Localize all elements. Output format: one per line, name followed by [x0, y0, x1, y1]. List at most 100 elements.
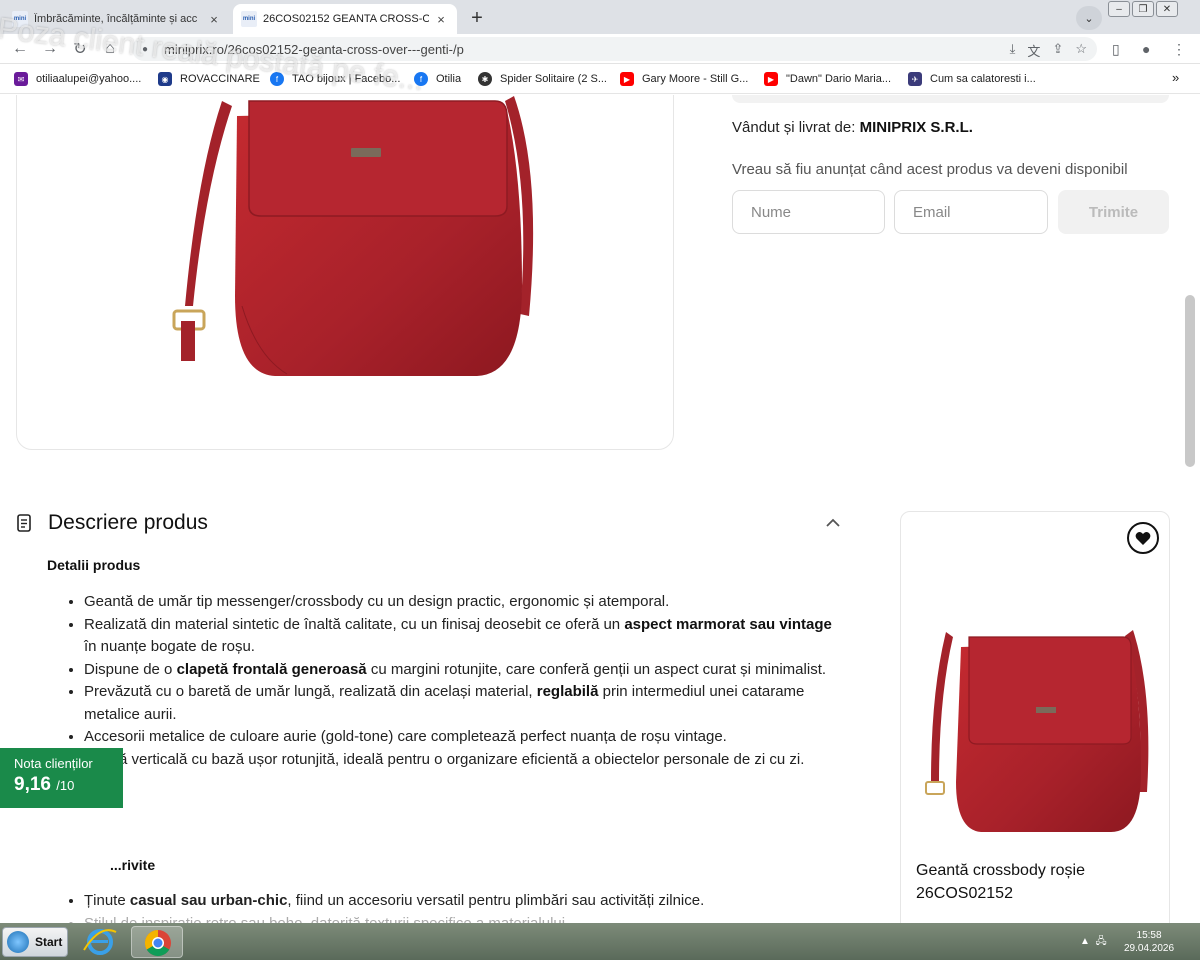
forward-icon[interactable]: → [40, 39, 60, 59]
profile-icon[interactable]: ● [1142, 41, 1150, 57]
rating-value-line: 9,16 /10 [14, 774, 123, 796]
address-bar[interactable]: ● miniprix.ro/26cos02152-geanta-cross-ov… [132, 37, 1097, 61]
facebook-icon: f [414, 72, 428, 86]
bullet-item: Stilul de inspirație retro sau boho, dat… [84, 913, 845, 924]
tab-title: 26COS02152 GEANTA CROSS-OV [263, 13, 429, 25]
tab-search-chevron-icon[interactable]: ⌄ [1076, 6, 1102, 30]
restore-button[interactable]: ❐ [1132, 1, 1154, 17]
bullet-text: Formă verticală cu bază ușor rotunjită, … [84, 750, 805, 768]
start-label: Start [35, 935, 63, 949]
home-icon[interactable]: ⌂ [100, 39, 120, 59]
recommended-product-title[interactable]: Geantă crossbody roșie 26COS02152 [916, 859, 1156, 905]
bullet-text: Prevăzută cu o baretă de umăr lungă, rea… [84, 683, 537, 700]
start-button[interactable]: Start [2, 927, 68, 957]
bookmark-item[interactable]: f Otilia [414, 72, 461, 86]
bookmark-item[interactable]: ✱ Spider Solitaire (2 S... [478, 72, 607, 86]
internet-explorer-icon[interactable] [74, 926, 126, 958]
youtube-icon: ▶ [764, 72, 778, 86]
bullet-item: Dispune de o clapetă frontală generoasă … [84, 659, 845, 682]
seller-prefix: Vândut și livrat de: [732, 119, 856, 136]
rating-value: 9,16 [14, 774, 51, 795]
bullet-emphasis: aspect marmorat sau vintage [624, 615, 832, 633]
bookmark-item[interactable]: f TAO bijoux | Facebo... [270, 72, 400, 86]
bookmark-item[interactable]: ✈ Cum sa calatoresti i... [908, 72, 1036, 86]
tab-inactive[interactable]: mini Îmbrăcăminte, încălțăminte și acc × [4, 4, 230, 34]
windows-taskbar: Start ▲ 🖧 15:58 29.04.2026 [0, 923, 1200, 960]
bookmark-item[interactable]: ▶ Gary Moore - Still G... [620, 72, 748, 86]
tab-strip: mini Îmbrăcăminte, încălțăminte și acc ×… [0, 0, 1200, 34]
close-tab-icon[interactable]: × [433, 12, 449, 27]
new-tab-button[interactable]: + [465, 6, 489, 30]
youtube-icon: ▶ [620, 72, 634, 86]
name-field[interactable]: Nume [732, 190, 885, 234]
details-heading: Detalii produs [47, 557, 141, 573]
customer-rating-badge[interactable]: Nota clienților 9,16 /10 [0, 748, 123, 808]
bullet-item: Formă verticală cu bază ușor rotunjită, … [84, 749, 845, 772]
minimize-button[interactable]: – [1108, 1, 1130, 17]
spider-icon: ✱ [478, 72, 492, 86]
bullet-text: Ținute [84, 892, 130, 909]
bullet-item: Accesorii metalice de culoare aurie (gol… [84, 726, 845, 749]
bookmark-icon: ✈ [908, 72, 922, 86]
bookmark-label: ROVACCINARE [180, 73, 260, 85]
notify-text: Vreau să fiu anunțat când acest produs v… [732, 161, 1128, 178]
bullet-text: cu margini rotunjite, care conferă genți… [366, 660, 827, 678]
bullet-item: Prevăzută cu o baretă de umăr lungă, rea… [84, 681, 845, 726]
bullet-emphasis: reglabilă [536, 683, 599, 700]
availability-strip [732, 95, 1169, 103]
close-window-button[interactable]: ✕ [1156, 1, 1178, 17]
bookmarks-bar: ✉ otiliaalupei@yahoo.... ◉ ROVACCINARE f… [0, 64, 1200, 94]
side-panel-icon[interactable]: ▯ [1112, 41, 1120, 58]
bookmarks-overflow-button[interactable]: » [1172, 70, 1179, 85]
chevron-up-icon[interactable] [824, 515, 842, 529]
rating-label: Nota clienților [14, 756, 93, 771]
email-field[interactable]: Email [894, 190, 1048, 234]
product-image-card[interactable] [16, 95, 674, 450]
bookmark-label: Otilia [436, 73, 462, 85]
gov-seal-icon: ◉ [158, 72, 172, 86]
install-icon[interactable]: ⤓ [1010, 41, 1016, 60]
scrollbar-thumb[interactable] [1185, 295, 1195, 467]
system-tray-icons[interactable]: ▲ 🖧 [1080, 934, 1107, 951]
send-button[interactable]: Trimite [1058, 190, 1169, 234]
bookmark-item[interactable]: ▶ "Dawn" Dario Maria... [764, 72, 891, 86]
tab-active[interactable]: mini 26COS02152 GEANTA CROSS-OV × [233, 4, 457, 34]
share-icon[interactable]: ⇪ [1052, 41, 1063, 60]
bullet-text: Dispune de o [84, 660, 177, 678]
site-info-icon[interactable]: ● [142, 44, 154, 55]
bookmark-item[interactable]: ◉ ROVACCINARE [158, 72, 260, 86]
rating-max: /10 [56, 778, 75, 793]
url-text: miniprix.ro/26cos02152-geanta-cross-over… [164, 41, 464, 57]
miniprix-favicon-icon: mini [241, 11, 257, 27]
seller-name[interactable]: MINIPRIX S.R.L. [860, 119, 973, 136]
facebook-icon: f [270, 72, 284, 86]
menu-kebab-icon[interactable]: ⋮ [1172, 41, 1186, 58]
bookmark-item[interactable]: ✉ otiliaalupei@yahoo.... [14, 72, 141, 86]
usage-list: Ținute casual sau urban-chic, fiind un a… [65, 890, 845, 923]
reload-icon[interactable]: ↻ [70, 39, 90, 59]
translate-icon[interactable]: 文 [1027, 41, 1040, 60]
miniprix-favicon-icon: mini [12, 11, 28, 27]
taskbar-clock[interactable]: 15:58 29.04.2026 [1124, 929, 1174, 955]
tab-title: Îmbrăcăminte, încălțăminte și acc [34, 13, 198, 25]
bullet-item: Geantă de umăr tip messenger/crossbody c… [84, 591, 845, 614]
bullet-text: , fiind un accesoriu versatil pentru pli… [287, 892, 705, 909]
seller-info: Vândut și livrat de: MINIPRIX S.R.L. [732, 119, 973, 136]
description-title: Descriere produs [48, 511, 208, 534]
back-icon[interactable]: ← [10, 39, 30, 59]
clock-date: 29.04.2026 [1124, 943, 1175, 954]
bullet-text: Geantă de umăr tip messenger/crossbody c… [84, 593, 670, 610]
bullet-text: Accesorii metalice de culoare aurie (gol… [84, 728, 727, 745]
bullet-text: Stilul de inspirație retro sau boho, dat… [84, 914, 570, 924]
description-header[interactable]: Descriere produs [16, 511, 208, 535]
page-viewport: Vândut și livrat de: MINIPRIX S.R.L. Vre… [0, 95, 1200, 923]
bullet-emphasis: clapetă frontală generoasă [176, 660, 367, 678]
bullet-text: Realizată din material sintetic de înalt… [84, 615, 625, 633]
recommended-product-card[interactable]: Geantă crossbody roșie 26COS02152 [900, 511, 1170, 923]
chrome-taskbar-icon[interactable] [131, 926, 183, 958]
window-controls: – ❐ ✕ [1108, 1, 1178, 17]
red-bag-image [172, 96, 534, 376]
usage-heading: ...rivite [110, 857, 156, 873]
bookmark-star-icon[interactable]: ☆ [1075, 41, 1087, 60]
close-tab-icon[interactable]: × [206, 12, 222, 27]
